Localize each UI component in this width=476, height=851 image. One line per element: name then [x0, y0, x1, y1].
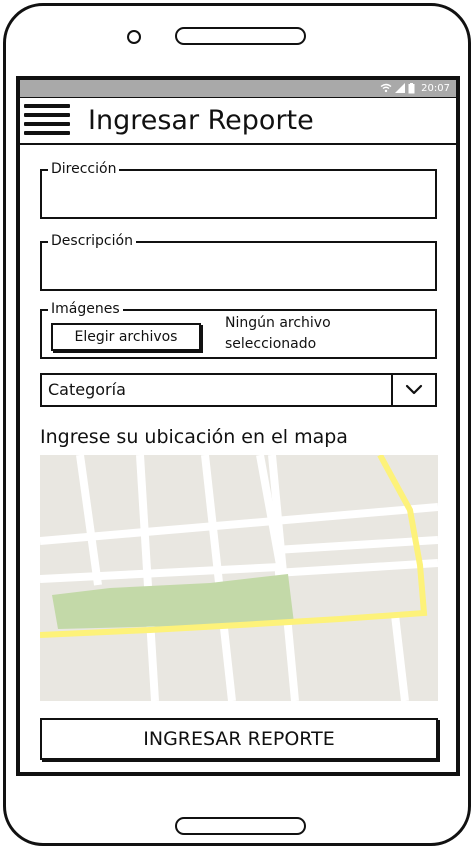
submit-report-button[interactable]: INGRESAR REPORTE — [40, 718, 438, 760]
speaker-grille — [175, 27, 306, 45]
direccion-label: Dirección — [48, 160, 120, 178]
camera-icon — [127, 30, 141, 44]
direccion-field[interactable]: Dirección — [40, 160, 437, 219]
choose-files-button[interactable]: Elegir archivos — [51, 323, 201, 351]
map-label: Ingrese su ubicación en el mapa — [40, 426, 348, 448]
location-map[interactable] — [40, 455, 438, 701]
chevron-down-icon[interactable] — [391, 375, 435, 405]
page-title: Ingresar Reporte — [88, 105, 314, 136]
file-status-text: Ningún archivo seleccionado — [225, 315, 331, 352]
imagenes-fieldset: Imágenes Elegir archivos Ningún archivo … — [40, 300, 437, 359]
home-button[interactable] — [175, 817, 306, 835]
hamburger-menu-icon[interactable] — [24, 104, 70, 140]
category-selected-value: Categoría — [48, 380, 126, 399]
app-bar: Ingresar Reporte — [20, 97, 456, 145]
imagenes-label: Imágenes — [48, 300, 123, 318]
descripcion-label: Descripción — [48, 232, 136, 250]
map-graphic — [40, 455, 438, 701]
status-time: 20:07 — [421, 83, 450, 94]
status-icons: 20:07 — [380, 80, 450, 97]
descripcion-field[interactable]: Descripción — [40, 232, 437, 291]
signal-icon — [394, 83, 405, 93]
battery-icon — [408, 82, 415, 93]
wifi-icon — [380, 83, 392, 93]
category-select[interactable]: Categoría — [40, 373, 437, 407]
status-bar: 20:07 — [20, 80, 456, 97]
